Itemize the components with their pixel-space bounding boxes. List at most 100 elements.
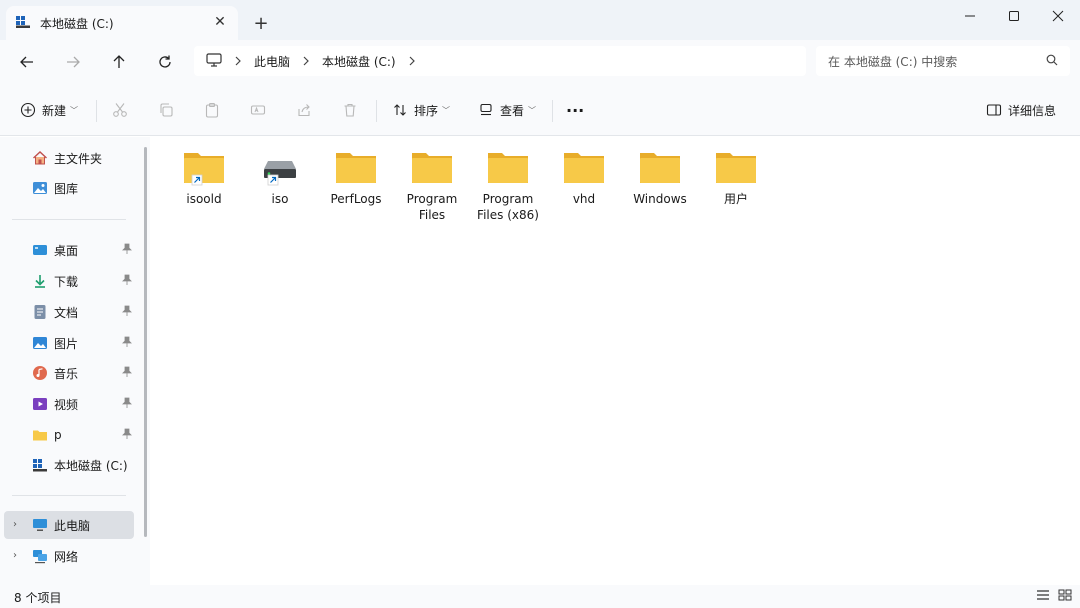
cut-icon — [113, 103, 127, 117]
sidebar-item-pictures[interactable]: 图片 — [4, 329, 134, 357]
arrow-right-icon — [67, 56, 80, 68]
pin-icon[interactable] — [122, 397, 132, 412]
search-input[interactable]: 在 本地磁盘 (C:) 中搜索 — [828, 53, 957, 70]
video-icon — [33, 398, 47, 410]
pin-icon[interactable] — [122, 305, 132, 320]
folder-icon — [33, 430, 47, 441]
file-item[interactable]: isoold — [166, 147, 242, 231]
file-item[interactable]: 用户 — [698, 147, 774, 231]
pin-icon[interactable] — [122, 366, 132, 381]
sidebar-item-downloads[interactable]: 下载 — [4, 267, 134, 295]
pin-icon[interactable] — [122, 243, 132, 258]
sidebar-item-music[interactable]: 音乐 — [4, 359, 134, 387]
sidebar-item-documents[interactable]: 文档 — [4, 298, 134, 326]
file-name: Program Files — [406, 192, 458, 222]
document-icon — [34, 305, 46, 319]
details-pane-button[interactable]: 详细信息 — [986, 100, 1056, 120]
chevron-right-icon[interactable] — [408, 56, 416, 66]
sidebar-item-desktop[interactable]: 桌面 — [4, 236, 134, 264]
sidebar-scrollbar[interactable] — [144, 147, 147, 537]
breadcrumb-local-disk[interactable]: 本地磁盘 (C:) — [322, 53, 396, 70]
sidebar-item-videos[interactable]: 视频 — [4, 390, 134, 418]
file-name: PerfLogs — [330, 192, 382, 206]
search-box[interactable]: 在 本地磁盘 (C:) 中搜索 — [816, 46, 1070, 76]
sidebar-item-gallery[interactable]: 图库 — [4, 174, 134, 202]
file-item[interactable]: vhd — [546, 147, 622, 231]
new-tab-button[interactable]: + — [250, 12, 272, 34]
gallery-icon — [33, 182, 47, 194]
file-name: Program Files (x86) — [477, 192, 539, 222]
file-name: 用户 — [723, 192, 748, 206]
tiles-view-button[interactable] — [1058, 589, 1074, 603]
chevron-right-icon[interactable]: › — [13, 550, 17, 561]
file-item[interactable]: Windows — [622, 147, 698, 231]
trash-icon — [344, 103, 356, 117]
copy-icon — [160, 103, 173, 117]
pin-icon[interactable] — [122, 428, 132, 443]
sidebar-item-p[interactable]: p — [4, 421, 134, 449]
divider — [12, 219, 126, 220]
folder-icon — [638, 147, 682, 187]
music-icon — [33, 366, 47, 380]
view-button[interactable]: 查看 ﹀ — [478, 100, 536, 120]
sidebar-item-label: 图库 — [54, 181, 79, 196]
sidebar-item-local-disk[interactable]: 本地磁盘 (C:) — [4, 451, 134, 479]
file-name: vhd — [572, 192, 596, 206]
forward-button[interactable] — [60, 50, 86, 74]
new-button[interactable]: 新建 ﹀ — [20, 100, 78, 120]
divider — [96, 100, 97, 122]
sort-button[interactable]: 排序 ﹀ — [392, 100, 450, 120]
download-icon — [35, 275, 45, 288]
copy-button[interactable] — [158, 100, 174, 120]
sidebar-item-this-pc[interactable]: › 此电脑 — [4, 511, 134, 539]
share-button[interactable] — [296, 100, 312, 120]
view-icon — [480, 103, 492, 116]
maximize-button[interactable] — [992, 0, 1036, 32]
breadcrumb-this-pc[interactable]: 此电脑 — [254, 53, 290, 70]
back-button[interactable] — [14, 50, 40, 74]
sidebar-item-label: 图片 — [54, 336, 79, 351]
minimize-button[interactable] — [948, 0, 992, 32]
paste-button[interactable] — [204, 100, 220, 120]
cut-button[interactable] — [112, 100, 128, 120]
search-icon — [1046, 54, 1058, 69]
computer-icon — [206, 52, 222, 70]
pin-icon[interactable] — [122, 274, 132, 289]
sidebar-item-label: p — [54, 428, 62, 442]
rename-button[interactable] — [250, 100, 266, 120]
folder-icon — [562, 147, 606, 187]
pin-icon[interactable] — [122, 336, 132, 351]
close-tab-icon[interactable]: ✕ — [212, 14, 228, 30]
maximize-icon — [1009, 11, 1019, 21]
sidebar-item-label: 音乐 — [54, 366, 79, 381]
refresh-button[interactable] — [152, 50, 178, 74]
folder-icon — [714, 147, 758, 187]
sidebar-item-home[interactable]: 主文件夹 — [4, 144, 134, 172]
file-item[interactable]: iso — [242, 147, 318, 231]
sidebar-item-label: 下载 — [54, 274, 79, 289]
file-name: iso — [271, 192, 289, 206]
file-item[interactable]: Program Files (x86) — [470, 147, 546, 231]
sort-label: 排序 — [414, 103, 439, 118]
details-label: 详细信息 — [1008, 103, 1057, 118]
navigation-bar: 此电脑 本地磁盘 (C:) 在 本地磁盘 (C:) 中搜索 — [0, 40, 1080, 84]
minimize-icon — [965, 15, 975, 17]
more-options-button[interactable]: ··· — [566, 100, 584, 120]
up-button[interactable] — [106, 50, 132, 74]
close-icon — [1052, 10, 1064, 22]
pictures-icon — [33, 337, 47, 349]
sidebar-item-label: 此电脑 — [54, 518, 91, 533]
sidebar-item-network[interactable]: › 网络 — [4, 542, 134, 570]
address-bar[interactable]: 此电脑 本地磁盘 (C:) — [194, 46, 806, 76]
file-item[interactable]: Program Files — [394, 147, 470, 231]
refresh-icon — [159, 55, 171, 68]
details-view-button[interactable] — [1036, 589, 1052, 603]
grid-view-icon — [1058, 589, 1072, 601]
delete-button[interactable] — [342, 100, 358, 120]
file-item[interactable]: PerfLogs — [318, 147, 394, 231]
status-bar: 8 个项目 — [0, 585, 1080, 608]
chevron-right-icon[interactable]: › — [13, 519, 17, 530]
tab-local-disk[interactable]: 本地磁盘 (C:) ✕ — [6, 6, 238, 40]
folder-icon — [334, 147, 378, 187]
close-window-button[interactable] — [1036, 0, 1080, 32]
